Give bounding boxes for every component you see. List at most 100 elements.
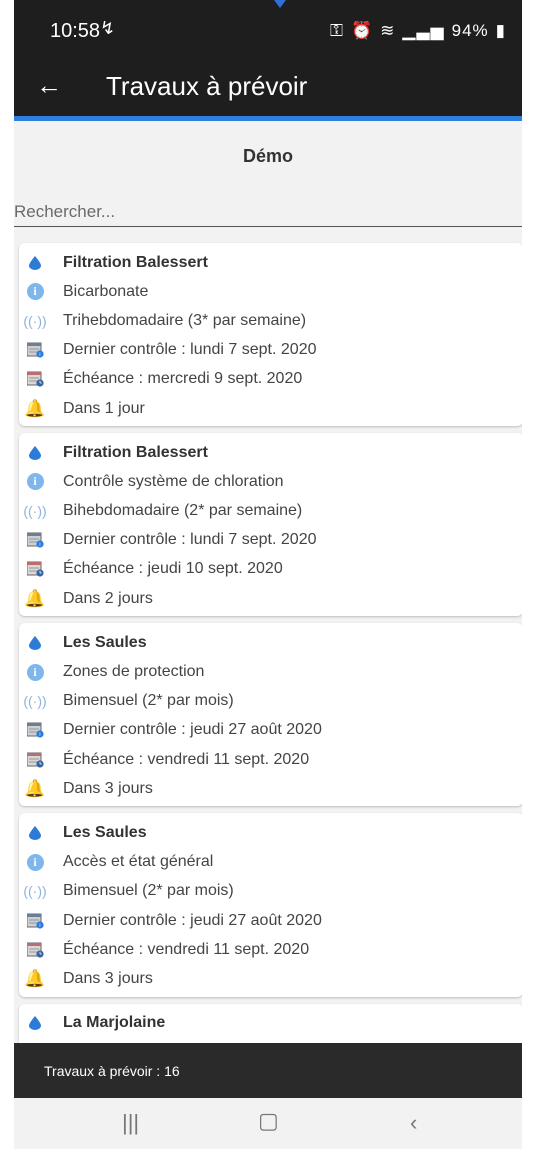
back-arrow-icon[interactable]: ←	[36, 70, 62, 101]
task-frequency-row: ((·)) Bihebdomadaire (2* par semaine)	[19, 497, 522, 526]
bell-icon: 🔔	[24, 588, 46, 608]
calendar-clock-icon	[24, 942, 46, 958]
alarm-icon: ⏰	[350, 21, 374, 40]
task-site: Les Saules	[63, 823, 147, 841]
task-frequency: Bimensuel (2* par mois)	[63, 692, 234, 710]
back-nav-icon[interactable]: ‹	[410, 1110, 417, 1136]
task-remaining-row: 🔔 Dans 3 jours	[19, 964, 522, 993]
svg-text:i: i	[39, 542, 40, 548]
calendar-info-icon: i	[24, 722, 46, 738]
home-icon[interactable]: ▢	[258, 1108, 279, 1134]
wifi-calling-icon: ↯	[100, 18, 116, 38]
task-last-check: Dernier contrôle : lundi 7 sept. 2020	[63, 531, 317, 549]
task-card[interactable]: Les Saules i Accès et état général ((·)) Bim…	[19, 813, 522, 997]
task-last-check-row: i Dernier contrôle : jeudi 27 août 2020	[19, 906, 522, 935]
task-last-check: Dernier contrôle : jeudi 27 août 2020	[63, 911, 322, 929]
task-name: Bicarbonate	[63, 282, 149, 300]
search-input[interactable]	[14, 198, 522, 227]
recent-apps-icon[interactable]: |||	[122, 1110, 139, 1136]
task-site-row: Filtration Balessert	[19, 438, 522, 467]
water-drop-icon	[24, 635, 46, 650]
wifi-icon: ≋	[380, 21, 396, 40]
task-last-check: Dernier contrôle : lundi 7 sept. 2020	[63, 341, 317, 359]
svg-text:i: i	[39, 352, 40, 358]
task-frequency: Trihebdomadaire (3* par semaine)	[63, 311, 307, 329]
task-card[interactable]: Filtration Balessert i Contrôle système de…	[19, 433, 522, 617]
app-bar: ← Travaux à prévoir	[14, 60, 522, 116]
task-remaining: Dans 1 jour	[63, 399, 145, 417]
calendar-clock-icon	[24, 752, 46, 768]
signal-icon: ▁▃▅	[402, 21, 445, 40]
task-site-row: Les Saules	[19, 818, 522, 847]
organization-title: Démo	[242, 146, 293, 166]
task-site: Filtration Balessert	[63, 253, 208, 271]
water-drop-icon	[24, 1016, 46, 1031]
battery-icon: ▮	[495, 21, 506, 40]
task-name: Zones de protection	[63, 663, 205, 681]
task-frequency-row: ((·)) Bimensuel (2* par mois)	[19, 687, 522, 716]
task-name: Accès et état général	[63, 853, 214, 871]
signal-icon: ((·))	[23, 312, 47, 329]
signal-icon: ((·))	[23, 693, 47, 710]
task-name-row: i Zones de protection	[19, 657, 522, 686]
bell-icon: 🔔	[24, 398, 46, 418]
calendar-info-icon: i	[24, 532, 46, 548]
signal-icon: ((·))	[23, 503, 47, 520]
task-card[interactable]: Filtration Balessert i Bicarbonate ((·)) Tri…	[19, 243, 522, 427]
task-due-date: Échéance : jeudi 10 sept. 2020	[63, 560, 283, 578]
task-due-date: Échéance : vendredi 11 sept. 2020	[63, 750, 310, 768]
calendar-info-icon: i	[24, 342, 46, 358]
task-frequency-row: ((·)) Trihebdomadaire (3* par semaine)	[19, 306, 522, 335]
page-title: Travaux à prévoir	[106, 71, 308, 101]
status-bar: 10:58 ↯ ⚿ ⏰ ≋ ▁▃▅ 94% ▮	[14, 0, 522, 60]
calendar-clock-icon	[24, 371, 46, 387]
app-screen: 10:58 ↯ ⚿ ⏰ ≋ ▁▃▅ 94% ▮ ← Travaux à prév…	[14, 0, 522, 1149]
task-due-date-row: Échéance : mercredi 9 sept. 2020	[19, 365, 522, 394]
task-due-date: Échéance : mercredi 9 sept. 2020	[63, 370, 303, 388]
task-card[interactable]: Les Saules i Zones de protection ((·)) Bimen…	[19, 623, 522, 807]
task-remaining: Dans 3 jours	[63, 779, 153, 797]
task-last-check: Dernier contrôle : jeudi 27 août 2020	[63, 721, 322, 739]
task-due-date-row: Échéance : jeudi 10 sept. 2020	[19, 555, 522, 584]
task-name-row: i Accès et état général	[19, 848, 522, 877]
task-site-row: La Marjolaine	[19, 1009, 522, 1038]
task-name-row: i Contrôle système de chloration	[19, 467, 522, 496]
task-remaining: Dans 2 jours	[63, 589, 153, 607]
task-frequency: Bimensuel (2* par mois)	[63, 882, 234, 900]
task-last-check-row: i Dernier contrôle : lundi 7 sept. 2020	[19, 336, 522, 365]
task-remaining-row: 🔔 Dans 3 jours	[19, 774, 522, 803]
system-nav-bar: ||| ▢ ‹	[14, 1098, 522, 1149]
info-icon: i	[24, 663, 46, 681]
task-site-row: Les Saules	[19, 628, 522, 657]
task-due-date: Échéance : vendredi 11 sept. 2020	[63, 940, 310, 958]
task-remaining-row: 🔔 Dans 1 jour	[19, 394, 522, 423]
svg-text:i: i	[39, 923, 40, 929]
task-remaining-row: 🔔 Dans 2 jours	[19, 584, 522, 613]
info-icon: i	[24, 473, 46, 491]
task-site: Les Saules	[63, 633, 147, 651]
bell-icon: 🔔	[24, 968, 46, 988]
status-icons: ⚿ ⏰ ≋ ▁▃▅ 94% ▮	[330, 21, 506, 41]
water-drop-icon	[24, 255, 46, 270]
bottom-summary-bar: Travaux à prévoir : 16	[14, 1043, 522, 1098]
task-site: Filtration Balessert	[63, 443, 208, 461]
key-icon: ⚿	[330, 21, 344, 40]
task-due-date-row: Échéance : vendredi 11 sept. 2020	[19, 745, 522, 774]
battery-percent: 94%	[451, 21, 489, 40]
task-due-date-row: Échéance : vendredi 11 sept. 2020	[19, 935, 522, 964]
task-frequency: Bihebdomadaire (2* par semaine)	[63, 502, 303, 520]
info-icon: i	[24, 283, 46, 301]
task-list: Filtration Balessert i Bicarbonate ((·)) Tri…	[19, 243, 522, 1077]
task-name: Contrôle système de chloration	[63, 472, 284, 490]
task-name-row: i Bicarbonate	[19, 277, 522, 306]
accent-bar	[14, 116, 522, 121]
signal-icon: ((·))	[23, 883, 47, 900]
task-remaining: Dans 3 jours	[63, 969, 153, 987]
status-time: 10:58	[50, 20, 101, 42]
water-drop-icon	[24, 445, 46, 460]
notch-indicator	[274, 0, 286, 8]
info-icon: i	[24, 853, 46, 871]
svg-text:i: i	[39, 733, 40, 739]
calendar-info-icon: i	[24, 913, 46, 929]
task-last-check-row: i Dernier contrôle : lundi 7 sept. 2020	[19, 526, 522, 555]
